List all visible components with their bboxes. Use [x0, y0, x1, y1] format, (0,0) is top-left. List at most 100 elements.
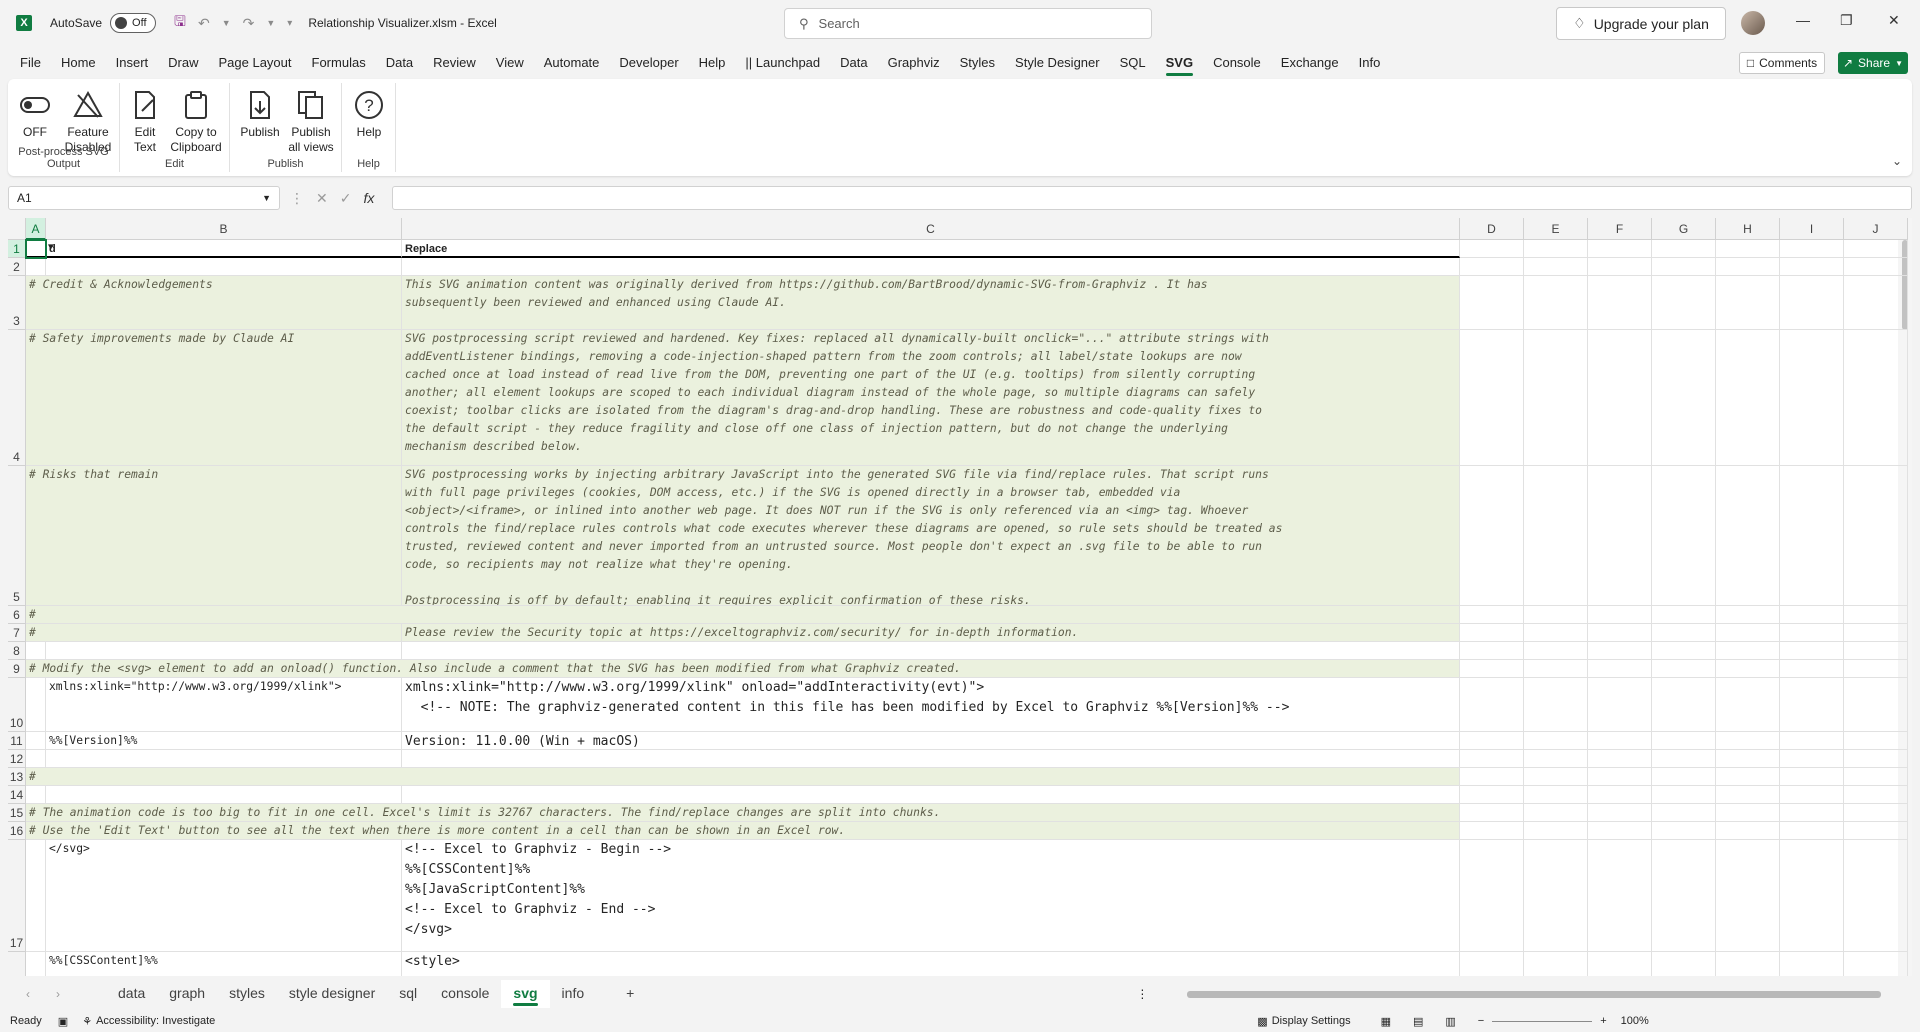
- sheet-tab-sql[interactable]: sql: [387, 980, 429, 1008]
- upgrade-plan-button[interactable]: ♢ Upgrade your plan: [1556, 7, 1726, 40]
- cell-j15[interactable]: [1844, 804, 1908, 822]
- column-header-g[interactable]: G: [1652, 218, 1716, 240]
- cell-f1[interactable]: [1588, 240, 1652, 258]
- close-icon[interactable]: ✕: [1888, 12, 1900, 29]
- cell-a11[interactable]: [26, 732, 46, 750]
- cell-i1[interactable]: [1780, 240, 1844, 258]
- menu-tab-view[interactable]: View: [486, 52, 534, 76]
- cell-f15[interactable]: [1588, 804, 1652, 822]
- cell-h10[interactable]: [1716, 678, 1780, 732]
- zoom-in-icon[interactable]: +: [1600, 1015, 1606, 1027]
- row-header[interactable]: 15: [8, 804, 26, 822]
- row-header[interactable]: 6: [8, 606, 26, 624]
- column-header-c[interactable]: C: [402, 218, 1460, 240]
- menu-tab-formulas[interactable]: Formulas: [302, 52, 376, 76]
- zoom-level[interactable]: 100%: [1621, 1015, 1649, 1027]
- cell-j13[interactable]: [1844, 768, 1908, 786]
- cell-c12[interactable]: [402, 750, 1460, 768]
- redo-icon[interactable]: ↷: [243, 15, 255, 32]
- cell-b13[interactable]: #: [26, 768, 1460, 786]
- cell-g17[interactable]: [1652, 840, 1716, 952]
- cell-g2[interactable]: [1652, 258, 1716, 276]
- cell-g8[interactable]: [1652, 642, 1716, 660]
- menu-tab-graphviz[interactable]: Graphviz: [878, 52, 950, 76]
- cell-b2[interactable]: [46, 258, 402, 276]
- display-settings-icon[interactable]: ▩: [1257, 1015, 1267, 1028]
- cell-j17[interactable]: [1844, 840, 1908, 952]
- row-header[interactable]: 16: [8, 822, 26, 840]
- menu-tab-exchange[interactable]: Exchange: [1271, 52, 1349, 76]
- publish-button[interactable]: Publish: [238, 89, 282, 140]
- cell-j9[interactable]: [1844, 660, 1908, 678]
- cell-c4[interactable]: SVG postprocessing script reviewed and h…: [402, 330, 1460, 466]
- cell-b1[interactable]: d: [46, 240, 402, 258]
- cell-e3[interactable]: [1524, 276, 1588, 330]
- add-sheet-button[interactable]: +: [614, 980, 646, 1008]
- cell-b6[interactable]: #: [26, 606, 1460, 624]
- cell-e6[interactable]: [1524, 606, 1588, 624]
- cell-g5[interactable]: [1652, 466, 1716, 606]
- redo-dropdown-icon[interactable]: ▼: [266, 18, 275, 28]
- cell-h9[interactable]: [1716, 660, 1780, 678]
- zoom-out-icon[interactable]: −: [1478, 1015, 1484, 1027]
- collapse-ribbon-icon[interactable]: ⌄: [1892, 154, 1902, 168]
- cell-d9[interactable]: [1460, 660, 1524, 678]
- cell-d13[interactable]: [1460, 768, 1524, 786]
- row-header[interactable]: 14: [8, 786, 26, 804]
- cell-b18[interactable]: %%[CSSContent]%%: [46, 952, 402, 976]
- prev-sheet-icon[interactable]: ‹: [26, 987, 30, 1001]
- cell-i14[interactable]: [1780, 786, 1844, 804]
- accessibility-status[interactable]: Accessibility: Investigate: [96, 1015, 215, 1027]
- cell-j16[interactable]: [1844, 822, 1908, 840]
- row-header[interactable]: 1: [8, 240, 26, 258]
- cell-c3[interactable]: This SVG animation content was originall…: [402, 276, 1460, 330]
- filter-dropdown-icon[interactable]: ▾: [48, 240, 54, 253]
- cell-i3[interactable]: [1780, 276, 1844, 330]
- column-header-a[interactable]: A: [26, 218, 46, 240]
- cell-d16[interactable]: [1460, 822, 1524, 840]
- cell-b12[interactable]: [46, 750, 402, 768]
- cell-b17[interactable]: </svg>: [46, 840, 402, 952]
- cell-d7[interactable]: [1460, 624, 1524, 642]
- cell-h2[interactable]: [1716, 258, 1780, 276]
- cell-g10[interactable]: [1652, 678, 1716, 732]
- cell-c17[interactable]: <!-- Excel to Graphviz - Begin --> %%[CS…: [402, 840, 1460, 952]
- cell-i12[interactable]: [1780, 750, 1844, 768]
- cell-d8[interactable]: [1460, 642, 1524, 660]
- macro-record-icon[interactable]: ▣: [58, 1015, 68, 1028]
- more-icon[interactable]: ⋮: [290, 190, 304, 207]
- cell-j8[interactable]: [1844, 642, 1908, 660]
- row-header[interactable]: 9: [8, 660, 26, 678]
- select-all-button[interactable]: [8, 218, 26, 240]
- name-box[interactable]: A1 ▼: [8, 186, 280, 210]
- cell-h3[interactable]: [1716, 276, 1780, 330]
- cell-i9[interactable]: [1780, 660, 1844, 678]
- cell-i16[interactable]: [1780, 822, 1844, 840]
- cell-j14[interactable]: [1844, 786, 1908, 804]
- menu-tab-data[interactable]: Data: [830, 52, 877, 76]
- cell-j12[interactable]: [1844, 750, 1908, 768]
- cell-i4[interactable]: [1780, 330, 1844, 466]
- row-header[interactable]: 10: [8, 678, 26, 732]
- column-header-d[interactable]: D: [1460, 218, 1524, 240]
- cell-a2[interactable]: [26, 258, 46, 276]
- cell-e5[interactable]: [1524, 466, 1588, 606]
- menu-tab-file[interactable]: File: [10, 52, 51, 76]
- minimize-icon[interactable]: —: [1796, 12, 1810, 28]
- cell-a10[interactable]: [26, 678, 46, 732]
- cell-b3[interactable]: # Credit & Acknowledgements: [26, 276, 402, 330]
- row-header[interactable]: 7: [8, 624, 26, 642]
- cell-b4[interactable]: # Safety improvements made by Claude AI: [26, 330, 402, 466]
- normal-view-icon[interactable]: ▦: [1381, 1015, 1391, 1028]
- menu-tab-automate[interactable]: Automate: [534, 52, 610, 76]
- cell-h1[interactable]: [1716, 240, 1780, 258]
- cell-g3[interactable]: [1652, 276, 1716, 330]
- cell-f17[interactable]: [1588, 840, 1652, 952]
- accessibility-icon[interactable]: ⚘: [82, 1015, 92, 1028]
- menu-tab-page-layout[interactable]: Page Layout: [209, 52, 302, 76]
- cell-e16[interactable]: [1524, 822, 1588, 840]
- row-header[interactable]: [8, 952, 26, 976]
- cell-c5[interactable]: SVG postprocessing works by injecting ar…: [402, 466, 1460, 606]
- cell-g15[interactable]: [1652, 804, 1716, 822]
- menu-tab-style-designer[interactable]: Style Designer: [1005, 52, 1110, 76]
